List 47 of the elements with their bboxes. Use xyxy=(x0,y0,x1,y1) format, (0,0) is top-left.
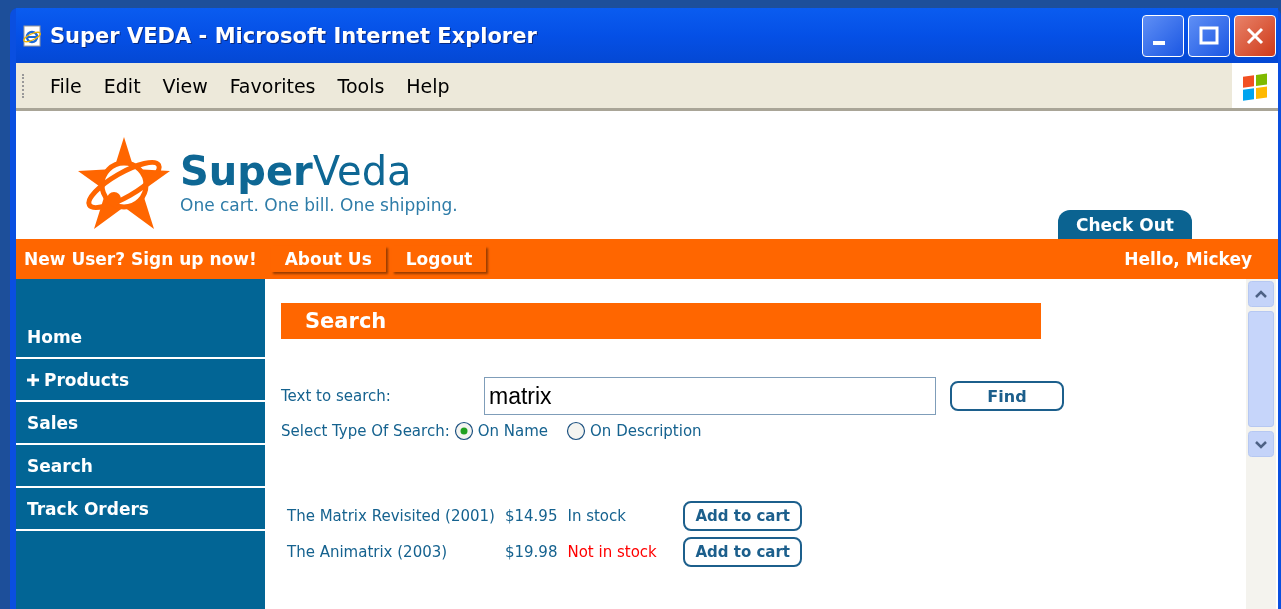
search-field[interactable]: matrix xyxy=(484,377,936,415)
greeting: Hello, Mickey xyxy=(1124,249,1252,269)
page-icon xyxy=(20,23,44,48)
field-label: Text to search: xyxy=(281,387,392,405)
scroll-thumb[interactable] xyxy=(1248,311,1274,427)
sidebar-label: Products xyxy=(44,369,130,390)
scroll-up-icon[interactable] xyxy=(1248,281,1274,307)
sidebar-item[interactable]: Home xyxy=(16,316,265,359)
menu-item[interactable]: Favorites xyxy=(218,74,327,97)
minimize-button[interactable] xyxy=(1142,14,1184,57)
radio-option[interactable]: On Name xyxy=(453,421,549,441)
product-price: $14.95 xyxy=(504,507,558,525)
sidebar-item[interactable]: Search xyxy=(16,445,265,488)
scroll-down-icon[interactable] xyxy=(1248,431,1274,457)
product-price: $19.98 xyxy=(504,543,558,561)
maximize-icon xyxy=(1199,25,1219,46)
sidebar-label: Track Orders xyxy=(27,498,149,519)
menu-item[interactable]: Tools xyxy=(326,74,396,97)
windows-logo-icon xyxy=(1232,63,1278,108)
minimize-icon xyxy=(1153,40,1165,45)
add-to-cart-button[interactable]: Add to cart xyxy=(683,537,803,567)
stock-status: Not in stock xyxy=(567,543,658,561)
close-icon xyxy=(1245,25,1265,46)
menu-item[interactable]: Help xyxy=(395,74,461,97)
field-label: Select Type Of Search: xyxy=(281,422,450,440)
product-title[interactable]: The Animatrix (2003) xyxy=(287,543,495,561)
sidebar-item[interactable]: Products xyxy=(16,359,265,402)
maximize-button[interactable] xyxy=(1188,14,1230,57)
close-button[interactable] xyxy=(1234,14,1276,57)
stock-status: In stock xyxy=(567,507,627,525)
section-heading: Search xyxy=(281,303,1041,339)
radio-option[interactable]: On Description xyxy=(566,421,702,441)
sidebar-label: Sales xyxy=(27,412,79,433)
menu-item[interactable]: File xyxy=(39,74,93,97)
tagline: One cart. One bill. One shipping. xyxy=(180,195,458,215)
checkout-tab[interactable]: Check Out xyxy=(1057,210,1192,239)
add-to-cart-button[interactable]: Add to cart xyxy=(683,501,803,531)
sidebar-label: Search xyxy=(27,455,93,476)
menu-item[interactable]: Edit xyxy=(92,74,152,97)
sidebar-item[interactable]: Sales xyxy=(16,402,265,445)
scrollbar[interactable] xyxy=(1246,279,1276,609)
sidebar-label: Home xyxy=(27,326,83,347)
sidebar-item[interactable]: Track Orders xyxy=(16,488,265,531)
window-title: Super VEDA - Microsoft Internet Explorer xyxy=(50,23,538,48)
product-title[interactable]: The Matrix Revisited (2001) xyxy=(287,507,495,525)
find-button[interactable]: Find xyxy=(950,381,1064,411)
menu-item[interactable]: View xyxy=(151,74,219,97)
